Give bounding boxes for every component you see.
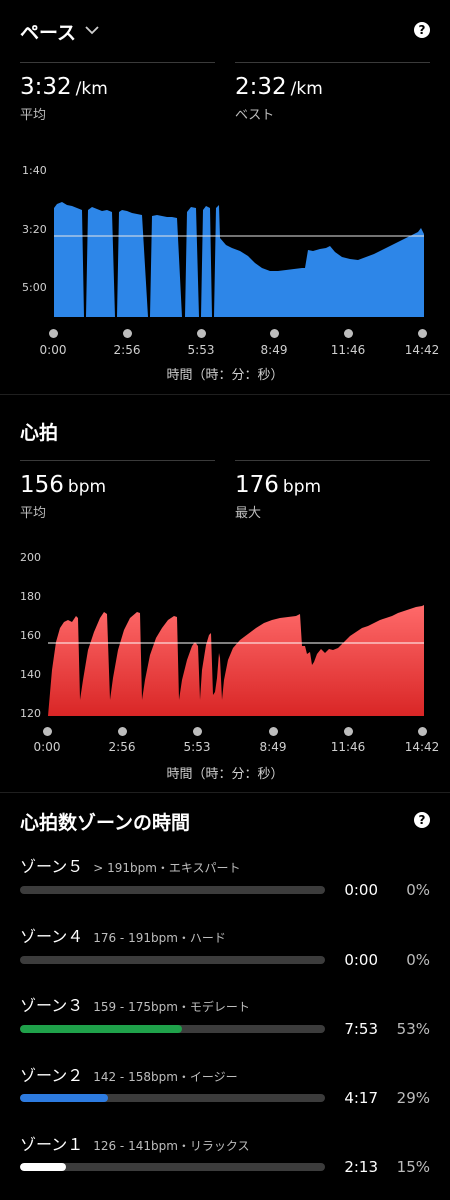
zone-row: ゾーン１ 126 - 141bpm・リラックス xyxy=(20,1131,250,1155)
pace-x-marker[interactable] xyxy=(418,329,427,338)
pace-x-tick: 11:46 xyxy=(330,343,366,357)
heart-average-value: 156 bpm xyxy=(20,472,106,498)
zone-progress-fill xyxy=(20,1094,109,1102)
zone-percent: 15% xyxy=(396,1158,430,1176)
pace-x-tick: 2:56 xyxy=(113,343,141,357)
zone-row: ゾーン４ 176 - 191bpm・ハード xyxy=(20,923,226,947)
zone-row: ゾーン３ 159 - 175bpm・モデレート xyxy=(20,992,250,1016)
zone-progress-track xyxy=(20,1025,325,1033)
zone-progress-track xyxy=(20,956,325,964)
heart-area xyxy=(48,605,424,716)
zone-name: ゾーン２ xyxy=(20,1066,84,1085)
zone-time: 7:53 xyxy=(344,1020,378,1038)
pace-x-tick: 5:53 xyxy=(187,343,215,357)
zone-name: ゾーン３ xyxy=(20,996,84,1015)
pace-average-label: 平均 xyxy=(20,108,47,123)
pace-x-tick: 14:42 xyxy=(404,343,440,357)
pace-help-icon[interactable]: ? xyxy=(414,22,430,38)
zone-name: ゾーン５ xyxy=(20,857,84,876)
heart-x-tick: 2:56 xyxy=(108,740,136,754)
pace-best-unit: /km xyxy=(290,79,323,99)
zone-time: 0:00 xyxy=(344,881,378,899)
heart-x-marker[interactable] xyxy=(193,727,202,736)
chevron-down-icon[interactable] xyxy=(85,23,99,37)
zone-percent: 29% xyxy=(396,1089,430,1107)
zones-help-icon[interactable]: ? xyxy=(414,812,430,828)
heart-x-marker[interactable] xyxy=(118,727,127,736)
heart-title: 心拍 xyxy=(20,422,59,444)
zone-progress-track xyxy=(20,1094,325,1102)
zone-range: 159 - 175bpm・モデレート xyxy=(93,1000,250,1014)
zone-range: > 191bpm・エキスパート xyxy=(93,861,241,875)
heart-max-unit: bpm xyxy=(282,477,322,497)
zones-title: 心拍数ゾーンの時間 xyxy=(20,812,191,834)
pace-x-tick: 0:00 xyxy=(39,343,67,357)
zone-percent: 53% xyxy=(396,1020,430,1038)
pace-best-number: 2:32 xyxy=(235,74,287,100)
zone-time: 2:13 xyxy=(344,1158,378,1176)
heart-x-axis-title: 時間（時：分：秒） xyxy=(166,767,284,782)
zone-range: 126 - 141bpm・リラックス xyxy=(93,1139,250,1153)
pace-chart[interactable] xyxy=(0,160,450,325)
zone-progress-fill xyxy=(20,1025,182,1033)
heart-average-label: 平均 xyxy=(20,506,47,521)
pace-average-value: 3:32/km xyxy=(20,74,108,100)
pace-x-axis-title: 時間（時：分：秒） xyxy=(166,368,284,383)
heart-x-marker[interactable] xyxy=(418,727,427,736)
heart-max-divider xyxy=(235,460,430,461)
zone-range: 142 - 158bpm・イージー xyxy=(93,1070,238,1084)
zone-row: ゾーン５ > 191bpm・エキスパート xyxy=(20,853,241,877)
section-divider xyxy=(0,394,450,395)
zone-time: 4:17 xyxy=(344,1089,378,1107)
pace-x-marker[interactable] xyxy=(270,329,279,338)
heart-max-label: 最大 xyxy=(235,506,262,521)
pace-title: ペース xyxy=(20,22,77,44)
pace-area xyxy=(54,202,424,317)
heart-max-number: 176 xyxy=(235,472,279,498)
pace-x-marker[interactable] xyxy=(197,329,206,338)
pace-x-marker[interactable] xyxy=(49,329,58,338)
zone-progress-track xyxy=(20,1163,325,1171)
pace-x-marker[interactable] xyxy=(344,329,353,338)
zone-progress-fill xyxy=(20,1163,66,1171)
section-divider xyxy=(0,792,450,793)
zone-name: ゾーン４ xyxy=(20,927,84,946)
zone-name: ゾーン１ xyxy=(20,1135,84,1154)
pace-best-label: ベスト xyxy=(235,108,275,123)
pace-avg-divider xyxy=(20,62,215,63)
pace-x-tick: 8:49 xyxy=(260,343,288,357)
zone-time: 0:00 xyxy=(344,951,378,969)
heart-x-tick: 8:49 xyxy=(259,740,287,754)
heart-x-tick: 11:46 xyxy=(330,740,366,754)
heart-x-tick: 0:00 xyxy=(33,740,61,754)
zone-percent: 0% xyxy=(406,881,430,899)
heart-x-tick: 14:42 xyxy=(404,740,440,754)
heart-x-marker[interactable] xyxy=(269,727,278,736)
zone-progress-track xyxy=(20,886,325,894)
heart-avg-unit: bpm xyxy=(67,477,107,497)
pace-best-value: 2:32/km xyxy=(235,74,323,100)
zone-range: 176 - 191bpm・ハード xyxy=(93,931,226,945)
heart-x-tick: 5:53 xyxy=(183,740,211,754)
pace-best-divider xyxy=(235,62,430,63)
pace-avg-number: 3:32 xyxy=(20,74,72,100)
heart-x-marker[interactable] xyxy=(43,727,52,736)
heart-max-value: 176 bpm xyxy=(235,472,321,498)
zone-percent: 0% xyxy=(406,951,430,969)
pace-avg-unit: /km xyxy=(75,79,108,99)
heart-chart[interactable] xyxy=(0,550,450,720)
heart-avg-number: 156 xyxy=(20,472,64,498)
pace-x-marker[interactable] xyxy=(123,329,132,338)
zone-row: ゾーン２ 142 - 158bpm・イージー xyxy=(20,1062,238,1086)
heart-x-marker[interactable] xyxy=(344,727,353,736)
heart-avg-divider xyxy=(20,460,215,461)
